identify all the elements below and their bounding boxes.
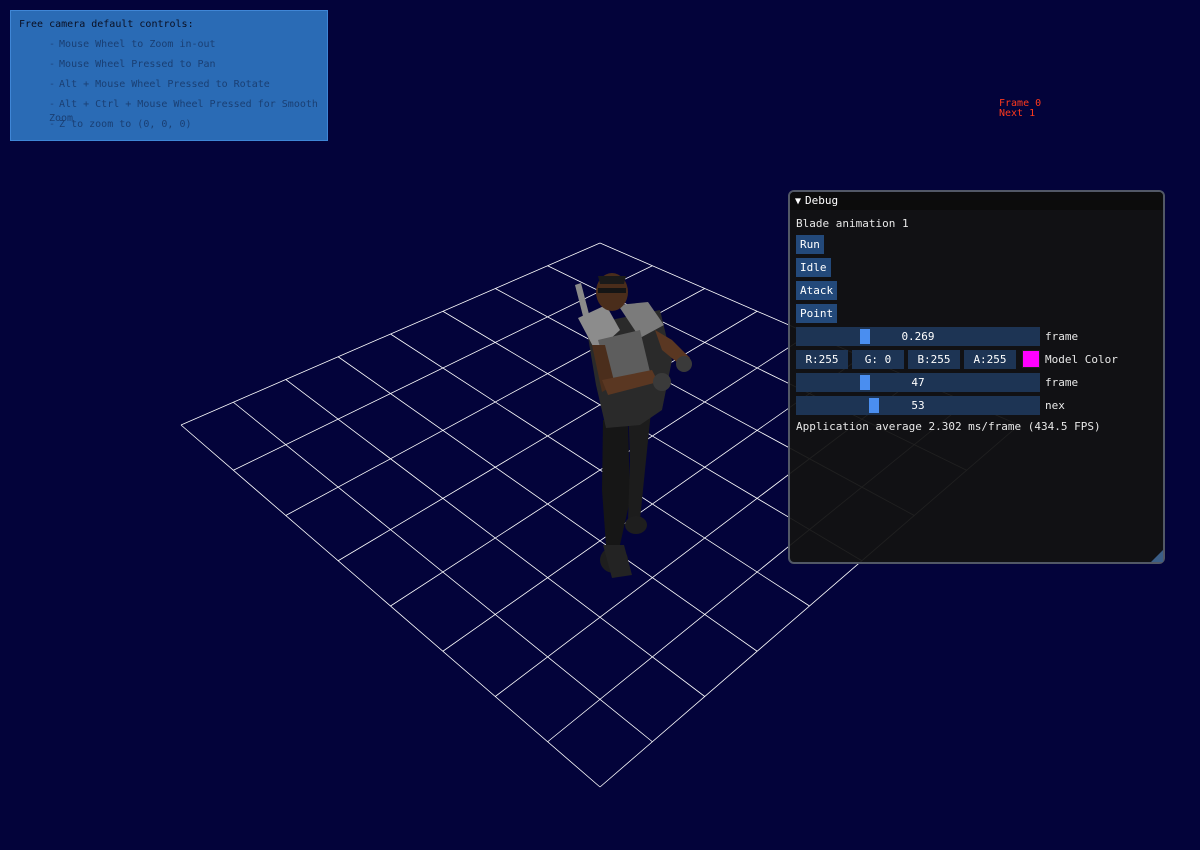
frame-int-slider[interactable]: 47 [796,373,1040,392]
slider-value: 47 [911,376,925,389]
color-a-field[interactable]: A:255 [964,350,1016,369]
color-r-field[interactable]: R:255 [796,350,848,369]
model-color-row: R:255 G: 0 B:255 A:255 Model Color [796,350,1156,369]
debug-titlebar[interactable]: ▼ Debug [790,192,1163,210]
atack-button[interactable]: Atack [796,281,838,300]
slider-value: 53 [911,399,925,412]
color-swatch[interactable] [1022,350,1040,368]
3d-viewport[interactable]: Free camera default controls: - Mouse Whe… [0,0,1200,850]
model-label: Blade animation 1 [796,217,909,230]
help-line: - Mouse Wheel Pressed to Pan [49,59,216,70]
frame-int-slider-row: 47 frame [796,373,1156,392]
slider-label: frame [1045,376,1079,389]
blade-character-model [575,273,692,578]
run-button[interactable]: Run [796,235,824,254]
slider-label: frame [1045,330,1079,343]
help-line: - Mouse Wheel to Zoom in-out [49,39,216,50]
idle-button[interactable]: Idle [796,258,831,277]
next-readout: Next 1 [999,108,1036,119]
debug-title: Debug [805,194,839,207]
slider-value: 0.269 [901,330,935,343]
frame-float-slider[interactable]: 0.269 [796,327,1040,346]
fps-readout: Application average 2.302 ms/frame (434.… [796,420,1101,433]
frame-info-overlay: Frame 0 Next 1 [999,99,1041,119]
frame-float-slider-row: 0.269 frame [796,327,1156,346]
point-button[interactable]: Point [796,304,838,323]
next-slider-row: 53 nex [796,396,1156,415]
color-b-field[interactable]: B:255 [908,350,960,369]
next-slider[interactable]: 53 [796,396,1040,415]
slider-label: nex [1045,399,1065,412]
debug-body: Blade animation 1 Run Idle Atack Point 0… [790,210,1163,433]
help-line: -Z to zoom to (0, 0, 0) [49,119,192,130]
debug-window[interactable]: ▼ Debug Blade animation 1 Run Idle Atack … [788,190,1165,564]
help-line: - Alt + Ctrl + Mouse Wheel Pressed for Sm… [49,99,318,124]
resize-grip[interactable] [1151,550,1163,562]
camera-controls-help: Free camera default controls: - Mouse Whe… [10,10,328,141]
grid-line [233,401,653,743]
triangle-down-icon[interactable]: ▼ [795,196,801,207]
grid-line [337,356,758,652]
model-color-label: Model Color [1045,353,1118,366]
help-line: - Alt + Mouse Wheel Pressed to Rotate [49,79,270,90]
help-title: Free camera default controls: [19,19,194,30]
color-g-field[interactable]: G: 0 [852,350,904,369]
grid-line [180,424,601,788]
